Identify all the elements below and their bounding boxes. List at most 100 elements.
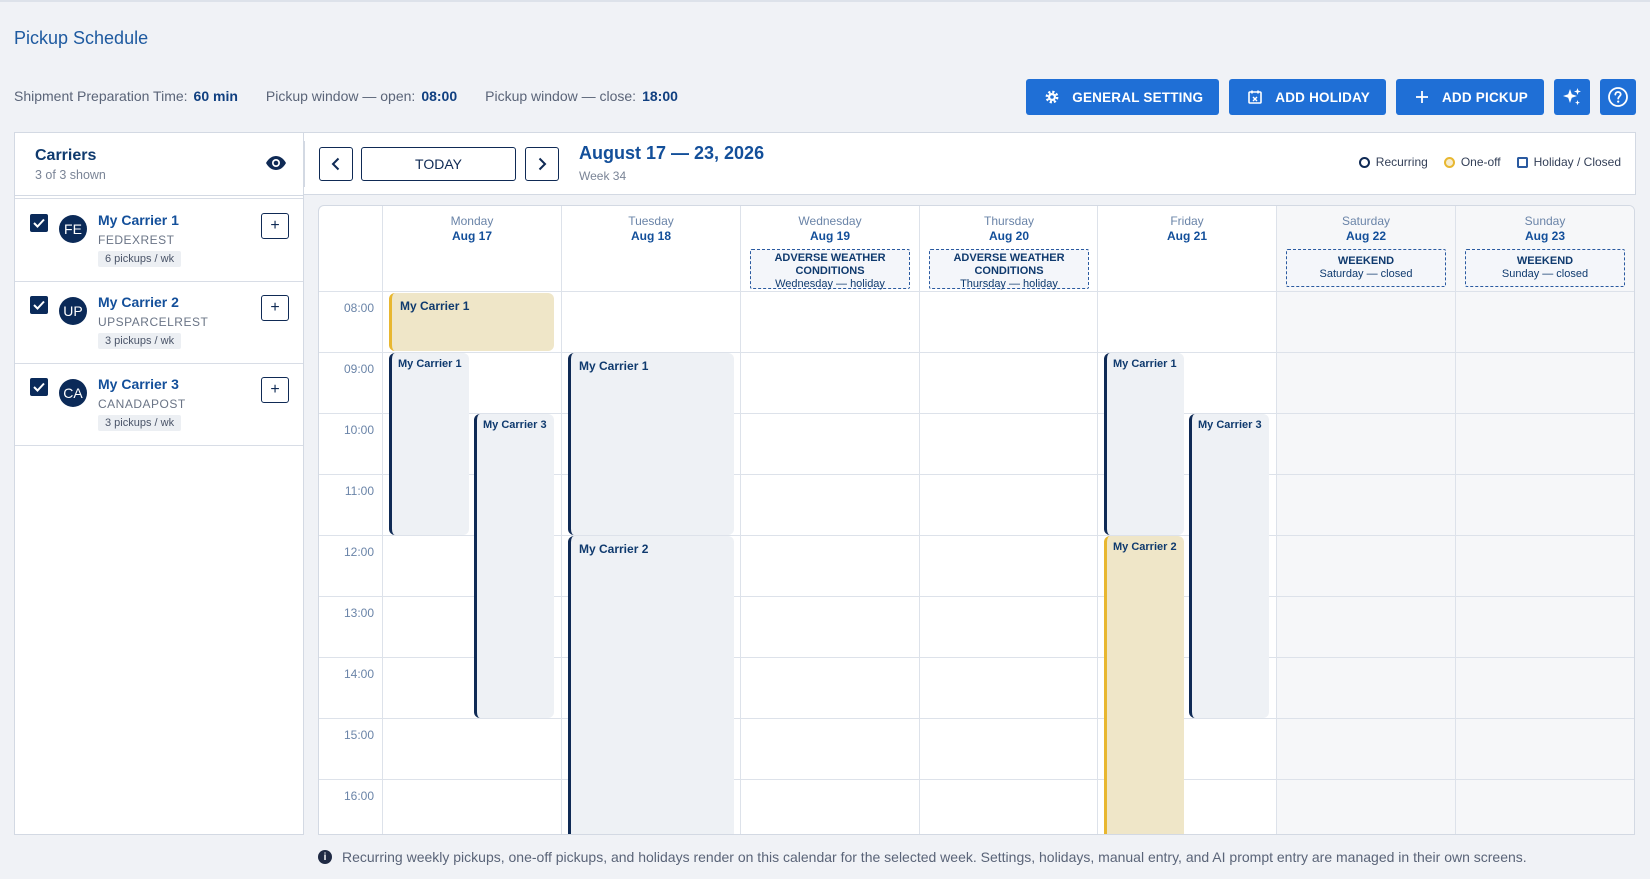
day-name: Wednesday [798, 214, 862, 228]
check-icon [33, 382, 45, 392]
time-label: 15:00 [343, 728, 374, 742]
day-date: Aug 19 [809, 229, 850, 243]
week-number: Week 34 [579, 169, 627, 183]
carrier-checkbox[interactable] [30, 214, 48, 232]
day-date: Aug 20 [988, 229, 1029, 243]
time-label: 13:00 [343, 606, 374, 620]
oneoff-dot-icon [1443, 156, 1455, 168]
day-name: Saturday [1341, 214, 1391, 228]
week-calendar-grid: Monday Aug 17 Tuesday Aug 18 Wednesday A… [318, 205, 1635, 835]
carrier-name: My Carrier 3 [98, 376, 179, 392]
pickup-event[interactable]: My Carrier 2 [1104, 536, 1184, 834]
next-week-button[interactable] [525, 147, 559, 181]
pickup-event[interactable]: My Carrier 2 [568, 536, 734, 834]
page-title: Pickup Schedule [14, 28, 149, 48]
pickup-event[interactable]: My Carrier 1 [389, 293, 554, 351]
prev-week-button[interactable] [319, 147, 353, 181]
sparkles-icon [1561, 86, 1583, 108]
gear-icon [1044, 89, 1060, 105]
carriers-header: Carriers 3 of 3 shown [15, 133, 303, 196]
prep-time-stat: Shipment Preparation Time: 60 min [14, 88, 238, 104]
plus-icon [1414, 89, 1430, 105]
holiday-banner[interactable]: ADVERSE WEATHER CONDITIONS Thursday — ho… [929, 249, 1089, 290]
weekend-banner[interactable]: WEEKEND Saturday — closed [1286, 249, 1446, 287]
time-label: 11:00 [344, 484, 374, 498]
legend-holiday: Holiday / Closed [1516, 155, 1621, 169]
help-circle-icon [1607, 86, 1629, 108]
pickups-badge: 6 pickups / wk [98, 251, 182, 267]
time-label: 10:00 [343, 423, 374, 437]
pickup-event[interactable]: My Carrier 1 [1104, 353, 1184, 535]
day-name: Friday [1170, 214, 1204, 228]
day-name: Monday [450, 214, 494, 228]
pickup-event[interactable]: My Carrier 3 [474, 414, 554, 718]
carrier-item[interactable]: CA My Carrier 3 CANADAPOST 3 pickups / w… [15, 364, 303, 446]
pickups-badge: 3 pickups / wk [98, 333, 182, 349]
time-label: 16:00 [343, 789, 374, 803]
carrier-name: My Carrier 2 [98, 294, 179, 310]
ai-prompt-button[interactable] [1554, 79, 1590, 115]
avatar: FE [59, 215, 87, 243]
window-open-stat: Pickup window — open: 08:00 [265, 88, 458, 104]
avatar: CA [59, 379, 87, 407]
today-button[interactable]: TODAY [361, 147, 516, 181]
top-divider [0, 0, 1650, 2]
check-icon [33, 300, 45, 310]
carrier-code: FEDEXREST [98, 233, 175, 247]
recurring-dot-icon [1358, 156, 1370, 168]
legend-recurring: Recurring [1358, 155, 1428, 169]
sunday-column-bg [1456, 206, 1634, 834]
day-date: Aug 17 [451, 229, 492, 243]
plus-icon: + [270, 299, 280, 316]
weekend-banner[interactable]: WEEKEND Sunday — closed [1465, 249, 1625, 287]
day-name: Tuesday [628, 214, 674, 228]
legend-oneoff: One-off [1443, 155, 1501, 169]
day-date: Aug 23 [1524, 229, 1565, 243]
day-name: Thursday [983, 214, 1035, 228]
info-icon: i [318, 850, 332, 864]
day-date: Aug 22 [1345, 229, 1386, 243]
window-close-stat: Pickup window — close: 18:00 [485, 88, 678, 104]
time-label: 08:00 [343, 301, 374, 315]
carrier-item[interactable]: UP My Carrier 2 UPSPARCELREST 3 pickups … [15, 282, 303, 364]
chevron-right-icon [538, 157, 547, 171]
carriers-panel: Carriers 3 of 3 shown FE My Carrier 1 FE… [14, 132, 304, 835]
add-carrier-pickup-button[interactable]: + [261, 377, 289, 403]
help-button[interactable] [1600, 79, 1636, 115]
day-date: Aug 21 [1166, 229, 1207, 243]
footer-note: i Recurring weekly pickups, one-off pick… [318, 849, 1527, 865]
carriers-title: Carriers [35, 147, 97, 164]
time-label: 09:00 [343, 362, 374, 376]
pickups-badge: 3 pickups / wk [98, 415, 182, 431]
plus-icon: + [270, 217, 280, 234]
general-setting-button[interactable]: GENERAL SETTING [1026, 79, 1220, 115]
toolbar-divider [304, 141, 305, 187]
carrier-checkbox[interactable] [30, 378, 48, 396]
calendar-x-icon [1247, 89, 1263, 105]
avatar: UP [59, 297, 87, 325]
carrier-item[interactable]: FE My Carrier 1 FEDEXREST 6 pickups / wk… [15, 200, 303, 282]
carrier-checkbox[interactable] [30, 296, 48, 314]
schedule-stats: Shipment Preparation Time: 60 min Pickup … [14, 88, 706, 104]
carriers-count: 3 of 3 shown [35, 168, 106, 182]
time-label: 14:00 [343, 667, 374, 681]
carrier-code: UPSPARCELREST [98, 315, 209, 329]
time-label: 12:00 [343, 545, 374, 559]
add-pickup-button[interactable]: ADD PICKUP [1395, 79, 1544, 115]
pickup-event[interactable]: My Carrier 1 [568, 353, 734, 535]
chevron-left-icon [331, 157, 340, 171]
calendar-toolbar: TODAY August 17 — 23, 2026 Week 34 Recur… [304, 132, 1636, 195]
pickup-event[interactable]: My Carrier 3 [1189, 414, 1269, 718]
saturday-column-bg [1277, 206, 1456, 834]
pickup-event[interactable]: My Carrier 1 [389, 353, 469, 535]
plus-icon: + [270, 381, 280, 398]
add-carrier-pickup-button[interactable]: + [261, 213, 289, 239]
day-date: Aug 18 [630, 229, 671, 243]
add-holiday-button[interactable]: ADD HOLIDAY [1229, 79, 1386, 115]
carrier-name: My Carrier 1 [98, 212, 179, 228]
eye-icon[interactable] [265, 155, 287, 176]
holiday-box-icon [1516, 156, 1528, 168]
add-carrier-pickup-button[interactable]: + [261, 295, 289, 321]
toolbar: GENERAL SETTING ADD HOLIDAY ADD PICKUP [1026, 79, 1636, 115]
holiday-banner[interactable]: ADVERSE WEATHER CONDITIONS Wednesday — h… [750, 249, 910, 290]
